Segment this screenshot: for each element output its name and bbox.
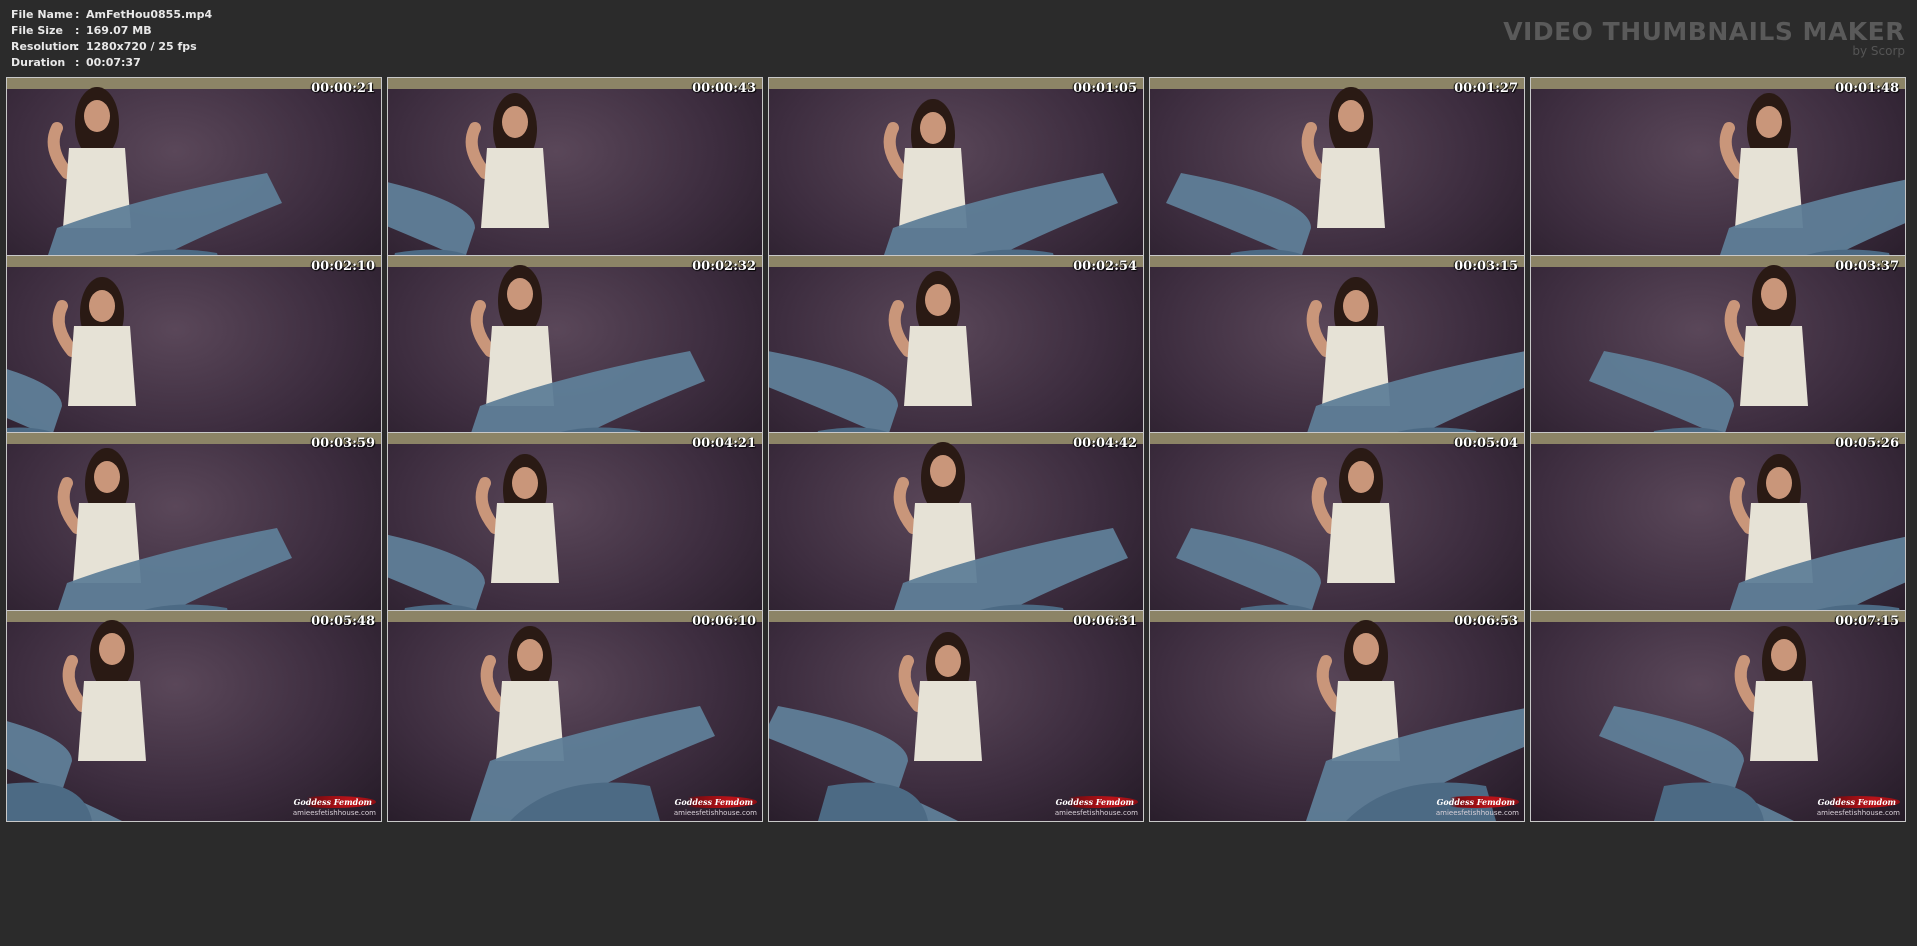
info-row-resolution: Resolution : 1280x720 / 25 fps bbox=[11, 39, 212, 55]
thumbnail-timestamp: 00:03:37 bbox=[1835, 259, 1899, 274]
thumbnail-timestamp: 00:02:32 bbox=[692, 259, 756, 274]
thumbnail-timestamp: 00:07:15 bbox=[1835, 614, 1899, 629]
brand-subtitle: by Scorp bbox=[1852, 44, 1905, 58]
info-separator: : bbox=[75, 56, 80, 69]
thumbnail-timestamp: 00:06:10 bbox=[692, 614, 756, 629]
thumbnail-timestamp: 00:04:42 bbox=[1073, 436, 1137, 451]
thumbnail-grid: 00:00:21Goddess Femdomamieesfetishhouse.… bbox=[6, 77, 1913, 940]
thumbnail-timestamp: 00:05:48 bbox=[311, 614, 375, 629]
watermark-url: amieesfetishhouse.com bbox=[292, 809, 376, 817]
info-separator: : bbox=[75, 24, 80, 37]
thumbnail-timestamp: 00:04:21 bbox=[692, 436, 756, 451]
thumbnail-timestamp: 00:02:54 bbox=[1073, 259, 1137, 274]
thumbnail-timestamp: 00:00:21 bbox=[311, 81, 375, 96]
thumbnail-timestamp: 00:06:31 bbox=[1073, 614, 1137, 629]
info-label: Duration bbox=[11, 56, 66, 69]
thumbnail-timestamp: 00:03:59 bbox=[311, 436, 375, 451]
watermark-url: amieesfetishhouse.com bbox=[1054, 809, 1138, 817]
info-value-resolution: 1280x720 / 25 fps bbox=[86, 40, 197, 53]
watermark-url: amieesfetishhouse.com bbox=[1816, 809, 1900, 817]
thumbnail-timestamp: 00:01:27 bbox=[1454, 81, 1518, 96]
watermark-url: amieesfetishhouse.com bbox=[673, 809, 757, 817]
thumbnail-timestamp: 00:02:10 bbox=[311, 259, 375, 274]
thumbnail-timestamp: 00:01:05 bbox=[1073, 81, 1137, 96]
watermark: Goddess Femdomamieesfetishhouse.com bbox=[289, 790, 376, 818]
info-value-file-name: AmFetHou0855.mp4 bbox=[86, 8, 213, 21]
video-thumbnail[interactable]: 00:06:53 Goddess Femdom amieesfetishhouse.… bbox=[1149, 610, 1525, 822]
watermark: Goddess Femdomamieesfetishhouse.com bbox=[1813, 790, 1900, 818]
info-row-file-name: File Name : AmFetHou0855.mp4 bbox=[11, 7, 212, 23]
brand-logo: VIDEO THUMBNAILS MAKER by Scorp bbox=[1503, 17, 1905, 59]
watermark-logo: Goddess Femdom bbox=[1813, 796, 1900, 808]
thumbnail-timestamp: 00:05:26 bbox=[1835, 436, 1899, 451]
info-label: File Name bbox=[11, 8, 73, 21]
info-separator: : bbox=[75, 8, 80, 21]
info-row-duration: Duration : 00:07:37 bbox=[11, 55, 212, 71]
watermark: Goddess Femdomamieesfetishhouse.com bbox=[1051, 790, 1138, 818]
thumbnail-timestamp: 00:01:48 bbox=[1835, 81, 1899, 96]
video-thumbnail[interactable]: 00:05:48 Goddess Femdom amieesfetishhouse.… bbox=[6, 610, 382, 822]
info-value-duration: 00:07:37 bbox=[86, 56, 141, 69]
file-info: File Name : AmFetHou0855.mp4 File Size :… bbox=[11, 7, 212, 71]
thumbnail-timestamp: 00:05:04 bbox=[1454, 436, 1518, 451]
thumbnail-sheet: File Name : AmFetHou0855.mp4 File Size :… bbox=[0, 0, 1917, 946]
watermark-url: amieesfetishhouse.com bbox=[1435, 809, 1519, 817]
video-thumbnail[interactable]: 00:06:10 Goddess Femdom amieesfetishhouse.… bbox=[387, 610, 763, 822]
brand-title: VIDEO THUMBNAILS MAKER bbox=[1503, 17, 1905, 46]
thumbnail-timestamp: 00:00:43 bbox=[692, 81, 756, 96]
thumbnail-timestamp: 00:03:15 bbox=[1454, 259, 1518, 274]
video-thumbnail[interactable]: 00:06:31 Goddess Femdom amieesfetishhouse.… bbox=[768, 610, 1144, 822]
info-label: File Size bbox=[11, 24, 63, 37]
watermark-logo: Goddess Femdom bbox=[670, 796, 757, 808]
watermark: Goddess Femdomamieesfetishhouse.com bbox=[670, 790, 757, 818]
info-separator: : bbox=[75, 40, 80, 53]
watermark-logo: Goddess Femdom bbox=[1051, 796, 1138, 808]
info-value-file-size: 169.07 MB bbox=[86, 24, 152, 37]
info-label: Resolution bbox=[11, 40, 78, 53]
sheet-header: File Name : AmFetHou0855.mp4 File Size :… bbox=[0, 0, 1917, 76]
video-thumbnail[interactable]: 00:07:15 Goddess Femdom amieesfetishhouse.… bbox=[1530, 610, 1906, 822]
watermark-logo: Goddess Femdom bbox=[289, 796, 376, 808]
info-row-file-size: File Size : 169.07 MB bbox=[11, 23, 212, 39]
thumbnail-timestamp: 00:06:53 bbox=[1454, 614, 1518, 629]
watermark-logo: Goddess Femdom bbox=[1432, 796, 1519, 808]
watermark: Goddess Femdomamieesfetishhouse.com bbox=[1432, 790, 1519, 818]
